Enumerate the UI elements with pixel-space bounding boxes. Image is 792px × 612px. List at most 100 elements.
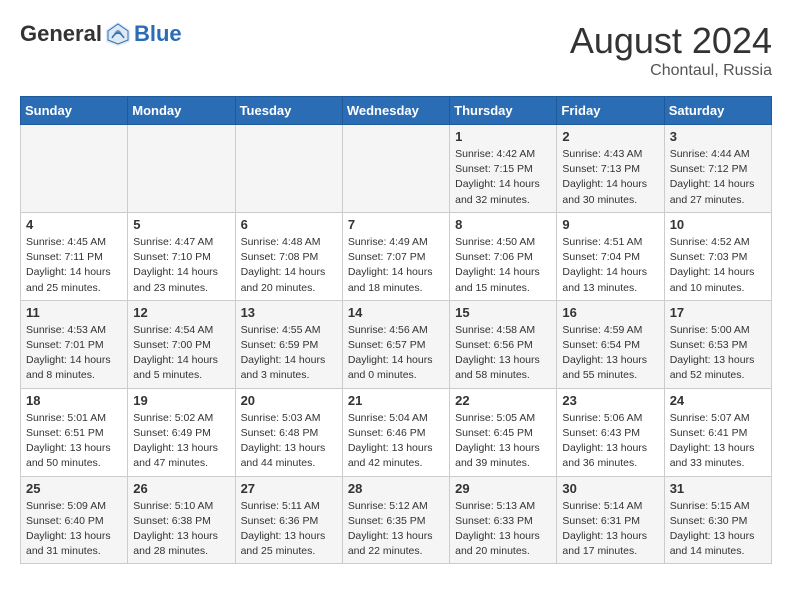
logo-blue-text: Blue: [134, 21, 182, 47]
logo-icon: [104, 20, 132, 48]
day-content: Sunrise: 5:01 AM Sunset: 6:51 PM Dayligh…: [26, 411, 122, 472]
calendar-cell: 11 Sunrise: 4:53 AM Sunset: 7:01 PM Dayli…: [21, 300, 128, 388]
day-number: 25: [26, 481, 122, 496]
day-number: 6: [241, 217, 337, 232]
weekday-header-row: SundayMondayTuesdayWednesdayThursdayFrid…: [21, 97, 772, 125]
calendar-cell: 3Sunrise: 4:44 AM Sunset: 7:12 PM Daylig…: [664, 125, 771, 213]
calendar-cell: 2 Sunrise: 4:43 AM Sunset: 7:13 PM Daylig…: [557, 125, 664, 213]
day-number: 18: [26, 393, 122, 408]
day-content: Sunrise: 5:11 AM Sunset: 6:36 PM Dayligh…: [241, 499, 337, 560]
calendar-cell: 12Sunrise: 4:54 AM Sunset: 7:00 PM Dayli…: [128, 300, 235, 388]
day-number: 15: [455, 305, 551, 320]
day-content: Sunrise: 4:55 AM Sunset: 6:59 PM Dayligh…: [241, 323, 337, 384]
day-number: 26: [133, 481, 229, 496]
day-number: 27: [241, 481, 337, 496]
day-content: Sunrise: 5:06 AM Sunset: 6:43 PM Dayligh…: [562, 411, 658, 472]
day-number: 4: [26, 217, 122, 232]
calendar-week-2: 4Sunrise: 4:45 AM Sunset: 7:11 PM Daylig…: [21, 212, 772, 300]
day-content: Sunrise: 4:51 AM Sunset: 7:04 PM Dayligh…: [562, 235, 658, 296]
day-number: 31: [670, 481, 766, 496]
calendar-week-1: 1 Sunrise: 4:42 AM Sunset: 7:15 PM Daylig…: [21, 125, 772, 213]
day-number: 1: [455, 129, 551, 144]
day-content: Sunrise: 5:05 AM Sunset: 6:45 PM Dayligh…: [455, 411, 551, 472]
calendar-cell: 7Sunrise: 4:49 AM Sunset: 7:07 PM Daylig…: [342, 212, 449, 300]
calendar-cell: 23 Sunrise: 5:06 AM Sunset: 6:43 PM Dayli…: [557, 388, 664, 476]
calendar-cell: 10Sunrise: 4:52 AM Sunset: 7:03 PM Dayli…: [664, 212, 771, 300]
calendar-cell: 28Sunrise: 5:12 AM Sunset: 6:35 PM Dayli…: [342, 476, 449, 564]
day-content: Sunrise: 5:03 AM Sunset: 6:48 PM Dayligh…: [241, 411, 337, 472]
day-number: 9: [562, 217, 658, 232]
weekday-header-saturday: Saturday: [664, 97, 771, 125]
calendar-cell: 5Sunrise: 4:47 AM Sunset: 7:10 PM Daylig…: [128, 212, 235, 300]
day-content: Sunrise: 4:50 AM Sunset: 7:06 PM Dayligh…: [455, 235, 551, 296]
calendar-cell: [21, 125, 128, 213]
calendar-cell: 21 Sunrise: 5:04 AM Sunset: 6:46 PM Dayli…: [342, 388, 449, 476]
title-area: August 2024 Chontaul, Russia: [570, 20, 772, 80]
calendar-cell: 9 Sunrise: 4:51 AM Sunset: 7:04 PM Daylig…: [557, 212, 664, 300]
weekday-header-tuesday: Tuesday: [235, 97, 342, 125]
weekday-header-sunday: Sunday: [21, 97, 128, 125]
day-number: 8: [455, 217, 551, 232]
day-content: Sunrise: 5:13 AM Sunset: 6:33 PM Dayligh…: [455, 499, 551, 560]
day-content: Sunrise: 5:14 AM Sunset: 6:31 PM Dayligh…: [562, 499, 658, 560]
weekday-header-wednesday: Wednesday: [342, 97, 449, 125]
calendar-cell: 15 Sunrise: 4:58 AM Sunset: 6:56 PM Dayli…: [450, 300, 557, 388]
weekday-header-thursday: Thursday: [450, 97, 557, 125]
day-number: 16: [562, 305, 658, 320]
location-subtitle: Chontaul, Russia: [570, 62, 772, 80]
calendar-cell: 25 Sunrise: 5:09 AM Sunset: 6:40 PM Dayli…: [21, 476, 128, 564]
day-content: Sunrise: 4:47 AM Sunset: 7:10 PM Dayligh…: [133, 235, 229, 296]
month-year-title: August 2024: [570, 20, 772, 62]
calendar-cell: [128, 125, 235, 213]
day-content: Sunrise: 5:15 AM Sunset: 6:30 PM Dayligh…: [670, 499, 766, 560]
day-number: 21: [348, 393, 444, 408]
logo-general-text: General: [20, 21, 102, 47]
page-header: General Blue August 2024 Chontaul, Russi…: [20, 20, 772, 80]
day-content: Sunrise: 4:43 AM Sunset: 7:13 PM Dayligh…: [562, 147, 658, 208]
day-number: 3: [670, 129, 766, 144]
calendar-cell: 27 Sunrise: 5:11 AM Sunset: 6:36 PM Dayli…: [235, 476, 342, 564]
day-number: 23: [562, 393, 658, 408]
day-number: 22: [455, 393, 551, 408]
calendar-cell: 4Sunrise: 4:45 AM Sunset: 7:11 PM Daylig…: [21, 212, 128, 300]
logo: General Blue: [20, 20, 182, 48]
day-content: Sunrise: 4:58 AM Sunset: 6:56 PM Dayligh…: [455, 323, 551, 384]
day-number: 14: [348, 305, 444, 320]
day-number: 11: [26, 305, 122, 320]
day-content: Sunrise: 5:02 AM Sunset: 6:49 PM Dayligh…: [133, 411, 229, 472]
day-content: Sunrise: 4:56 AM Sunset: 6:57 PM Dayligh…: [348, 323, 444, 384]
calendar-cell: 26 Sunrise: 5:10 AM Sunset: 6:38 PM Dayli…: [128, 476, 235, 564]
day-content: Sunrise: 4:59 AM Sunset: 6:54 PM Dayligh…: [562, 323, 658, 384]
day-number: 17: [670, 305, 766, 320]
calendar-cell: 29Sunrise: 5:13 AM Sunset: 6:33 PM Dayli…: [450, 476, 557, 564]
calendar-cell: 31 Sunrise: 5:15 AM Sunset: 6:30 PM Dayli…: [664, 476, 771, 564]
calendar-cell: 14 Sunrise: 4:56 AM Sunset: 6:57 PM Dayli…: [342, 300, 449, 388]
day-content: Sunrise: 4:48 AM Sunset: 7:08 PM Dayligh…: [241, 235, 337, 296]
day-number: 30: [562, 481, 658, 496]
day-content: Sunrise: 5:09 AM Sunset: 6:40 PM Dayligh…: [26, 499, 122, 560]
day-number: 24: [670, 393, 766, 408]
calendar-cell: 24 Sunrise: 5:07 AM Sunset: 6:41 PM Dayli…: [664, 388, 771, 476]
calendar-cell: [342, 125, 449, 213]
day-content: Sunrise: 5:07 AM Sunset: 6:41 PM Dayligh…: [670, 411, 766, 472]
day-number: 2: [562, 129, 658, 144]
day-number: 12: [133, 305, 229, 320]
calendar-week-5: 25 Sunrise: 5:09 AM Sunset: 6:40 PM Dayli…: [21, 476, 772, 564]
day-content: Sunrise: 4:42 AM Sunset: 7:15 PM Dayligh…: [455, 147, 551, 208]
calendar-week-4: 18 Sunrise: 5:01 AM Sunset: 6:51 PM Dayli…: [21, 388, 772, 476]
day-content: Sunrise: 4:53 AM Sunset: 7:01 PM Dayligh…: [26, 323, 122, 384]
day-number: 19: [133, 393, 229, 408]
calendar-cell: 30 Sunrise: 5:14 AM Sunset: 6:31 PM Dayli…: [557, 476, 664, 564]
day-content: Sunrise: 5:10 AM Sunset: 6:38 PM Dayligh…: [133, 499, 229, 560]
calendar-cell: 1 Sunrise: 4:42 AM Sunset: 7:15 PM Daylig…: [450, 125, 557, 213]
calendar-cell: 19 Sunrise: 5:02 AM Sunset: 6:49 PM Dayli…: [128, 388, 235, 476]
day-number: 7: [348, 217, 444, 232]
day-content: Sunrise: 5:12 AM Sunset: 6:35 PM Dayligh…: [348, 499, 444, 560]
day-content: Sunrise: 5:04 AM Sunset: 6:46 PM Dayligh…: [348, 411, 444, 472]
calendar-cell: 17 Sunrise: 5:00 AM Sunset: 6:53 PM Dayli…: [664, 300, 771, 388]
calendar-cell: 18 Sunrise: 5:01 AM Sunset: 6:51 PM Dayli…: [21, 388, 128, 476]
day-content: Sunrise: 5:00 AM Sunset: 6:53 PM Dayligh…: [670, 323, 766, 384]
calendar-cell: 16 Sunrise: 4:59 AM Sunset: 6:54 PM Dayli…: [557, 300, 664, 388]
calendar-week-3: 11 Sunrise: 4:53 AM Sunset: 7:01 PM Dayli…: [21, 300, 772, 388]
weekday-header-friday: Friday: [557, 97, 664, 125]
